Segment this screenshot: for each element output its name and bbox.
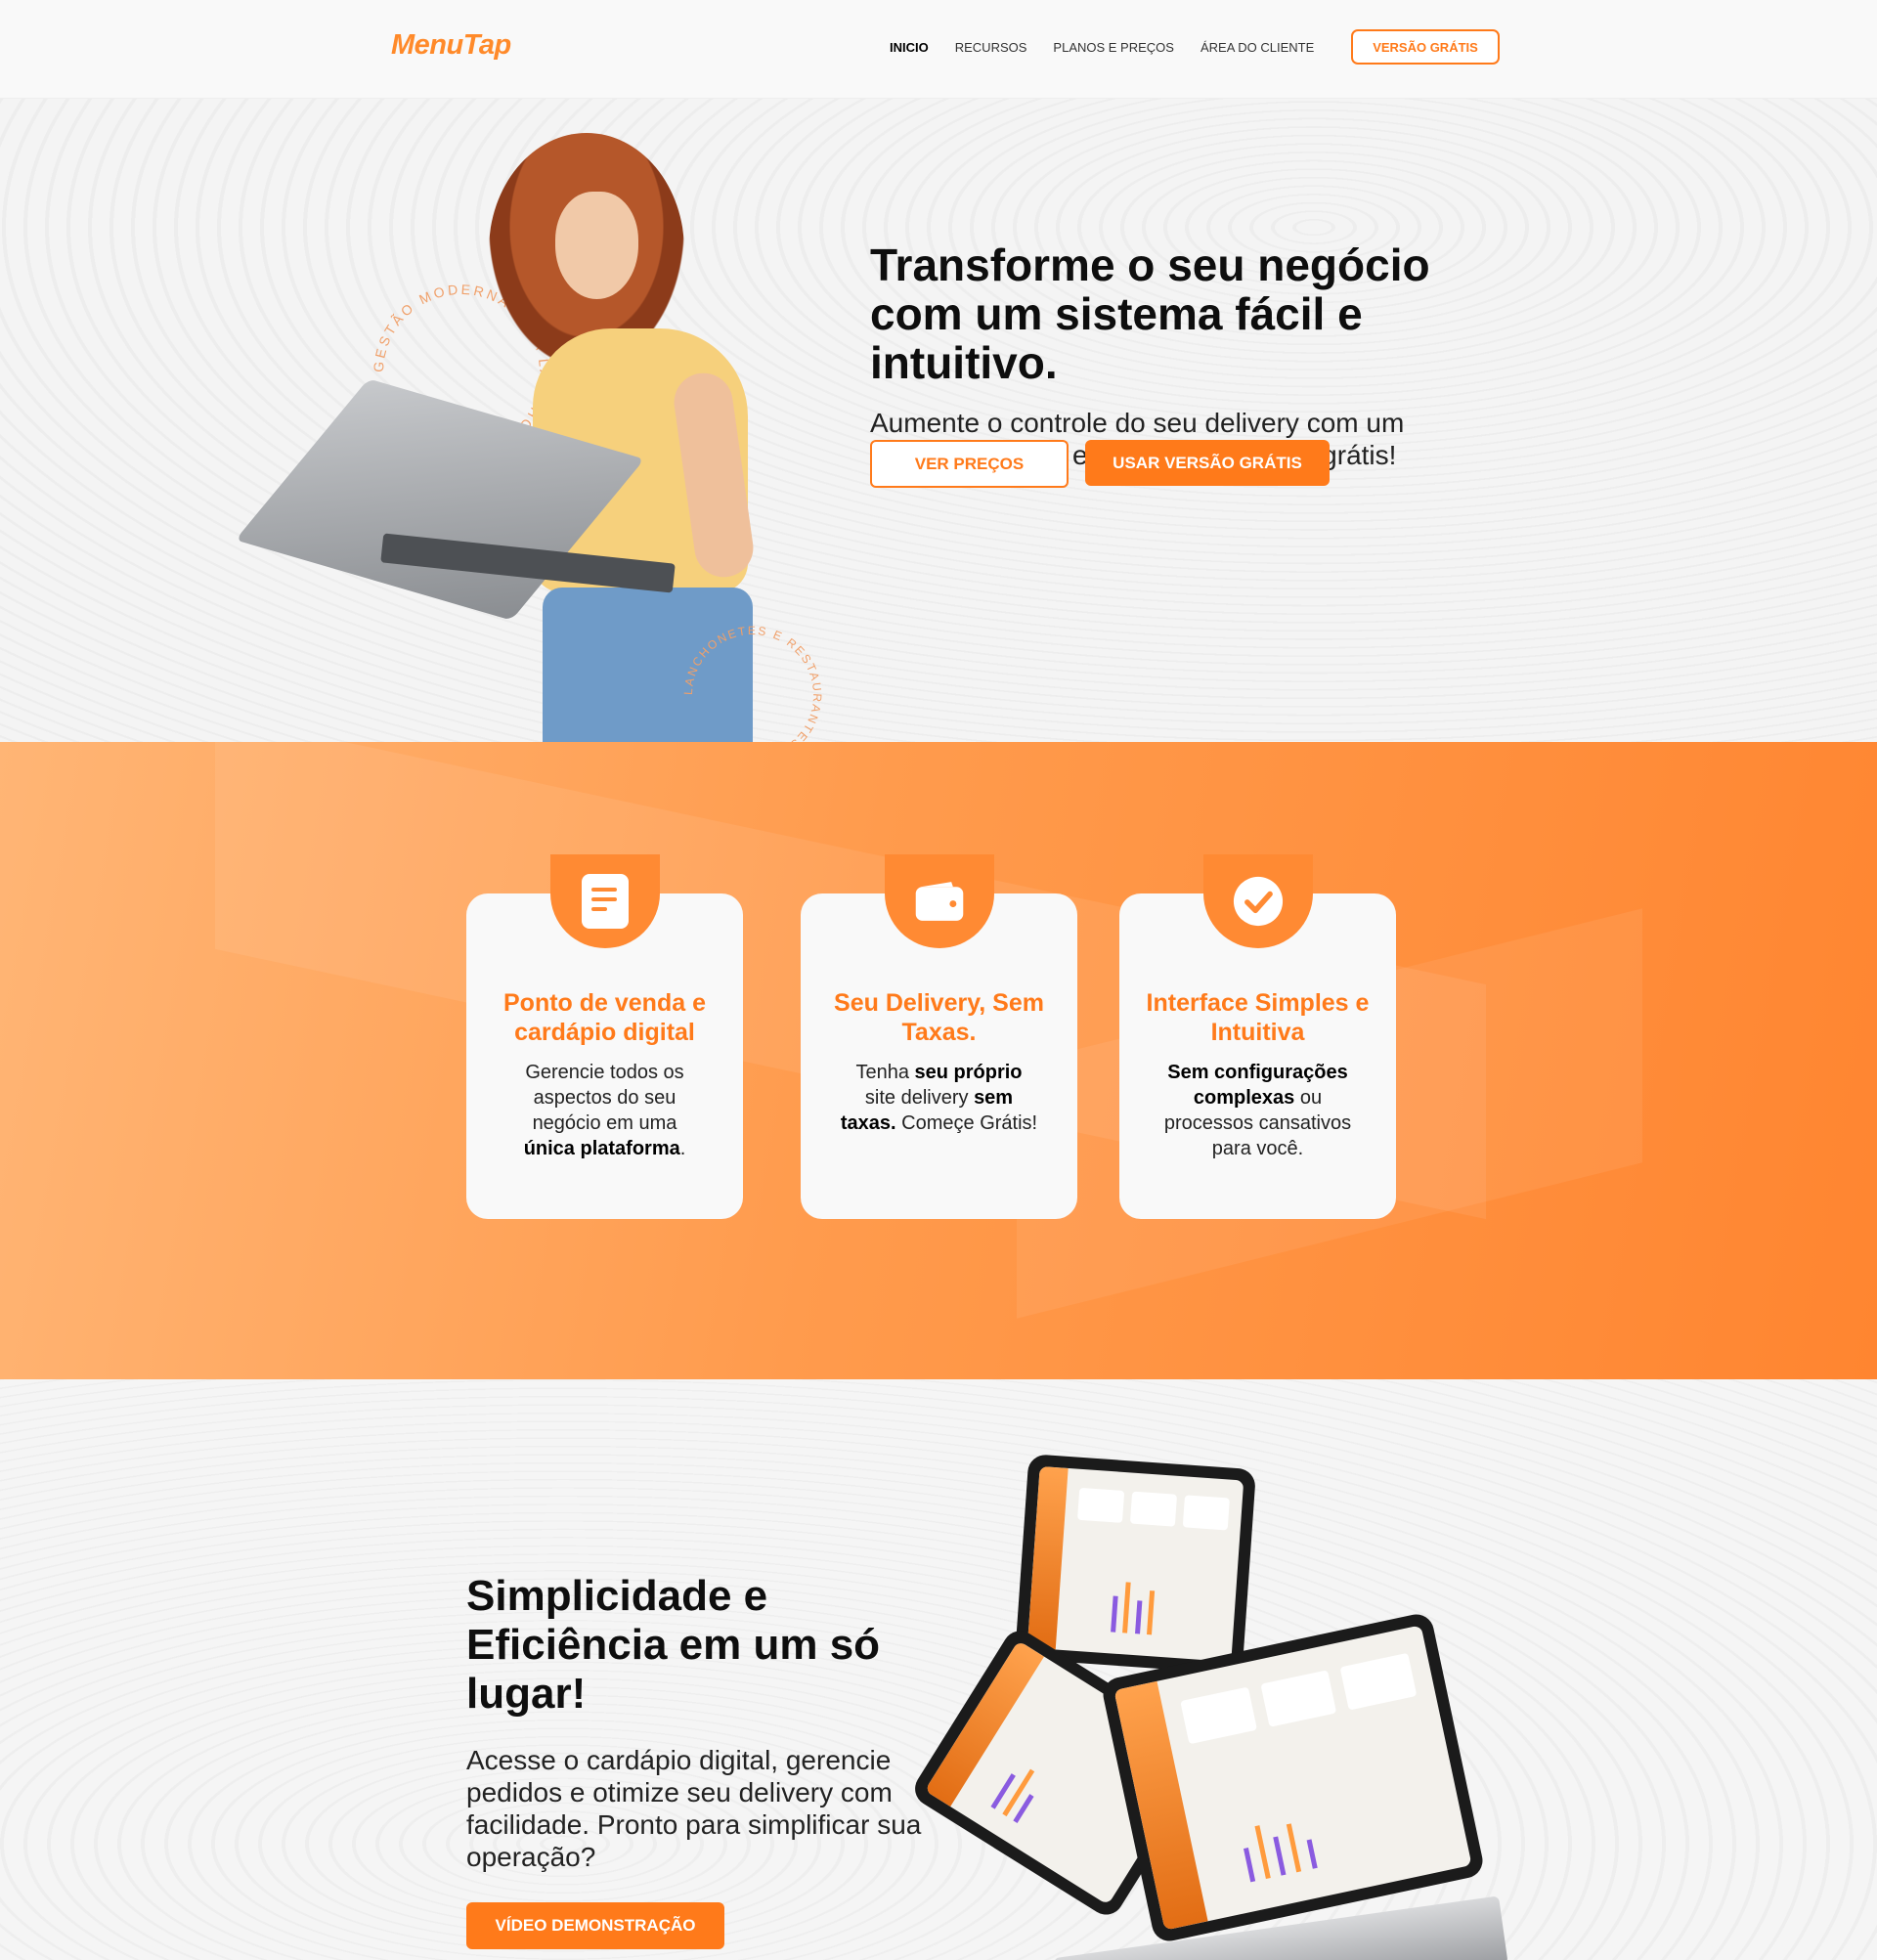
hero-image: GESTÃO MODERNA PARA LANCHONETES LANCHONE… bbox=[235, 118, 831, 753]
svg-text:LANCHONETES E RESTAURANTES: LANCHONETES E RESTAURANTES bbox=[681, 624, 824, 753]
feature-card-pos: Ponto de venda e cardápio digital Gerenc… bbox=[466, 854, 743, 1219]
nav-planos-precos[interactable]: PLANOS E PREÇOS bbox=[1053, 40, 1174, 55]
dashboard-screen bbox=[1113, 1625, 1472, 1931]
feature-card-interface: Interface Simples e Intuitiva Sem config… bbox=[1119, 854, 1396, 1219]
hero-buttons: VER PREÇOS USAR VERSÃO GRÁTIS bbox=[870, 440, 1330, 488]
simplicity-section: Simplicidade e Eficiência em um só lugar… bbox=[0, 1379, 1877, 1960]
tablet-mockup-top bbox=[1014, 1454, 1257, 1675]
simplicity-copy: Simplicidade e Eficiência em um só lugar… bbox=[466, 1572, 975, 1873]
check-circle-icon bbox=[1233, 876, 1284, 927]
demo-video-button[interactable]: VÍDEO DEMONSTRAÇÃO bbox=[466, 1902, 724, 1949]
feature-body: Sem configurações complexas ou processos… bbox=[1163, 1062, 1352, 1159]
feature-body: Tenha seu próprio site delivery sem taxa… bbox=[840, 1062, 1038, 1134]
feature-body: Gerencie todos os aspectos do seu negóci… bbox=[523, 1062, 686, 1159]
nav-recursos[interactable]: RECURSOS bbox=[955, 40, 1027, 55]
feature-title: Interface Simples e Intuitiva bbox=[1146, 989, 1370, 1046]
free-version-button[interactable]: VERSÃO GRÁTIS bbox=[1351, 29, 1500, 65]
hero-copy: Transforme o seu negócio com um sistema … bbox=[870, 240, 1476, 471]
nav-area-cliente[interactable]: ÁREA DO CLIENTE bbox=[1200, 40, 1314, 55]
feature-title: Seu Delivery, Sem Taxas. bbox=[834, 989, 1044, 1046]
view-prices-button[interactable]: VER PREÇOS bbox=[870, 440, 1069, 488]
feature-badge bbox=[549, 854, 660, 948]
person-face bbox=[555, 192, 638, 299]
brand-logo[interactable]: MenuTap bbox=[391, 29, 511, 62]
simplicity-subtitle: Acesse o cardápio digital, gerencie pedi… bbox=[466, 1745, 922, 1872]
main-nav: INICIO RECURSOS PLANOS E PREÇOS ÁREA DO … bbox=[890, 40, 1340, 55]
feature-card-delivery: Seu Delivery, Sem Taxas. Tenha seu própr… bbox=[801, 854, 1077, 1219]
feature-badge bbox=[1202, 854, 1313, 948]
document-icon bbox=[580, 874, 631, 929]
dashboard-screen bbox=[1026, 1465, 1244, 1663]
wallet-icon bbox=[914, 876, 965, 927]
site-header: MenuTap INICIO RECURSOS PLANOS E PREÇOS … bbox=[0, 0, 1877, 99]
feature-title: Ponto de venda e cardápio digital bbox=[503, 989, 706, 1046]
hero-title: Transforme o seu negócio com um sistema … bbox=[870, 240, 1430, 388]
hero-section: GESTÃO MODERNA PARA LANCHONETES LANCHONE… bbox=[0, 99, 1877, 753]
simplicity-title: Simplicidade e Eficiência em um só lugar… bbox=[466, 1572, 881, 1718]
nav-inicio[interactable]: INICIO bbox=[890, 40, 929, 55]
use-free-version-button[interactable]: USAR VERSÃO GRÁTIS bbox=[1085, 440, 1330, 486]
features-section: Ponto de venda e cardápio digital Gerenc… bbox=[0, 742, 1877, 1379]
feature-badge bbox=[884, 854, 994, 948]
